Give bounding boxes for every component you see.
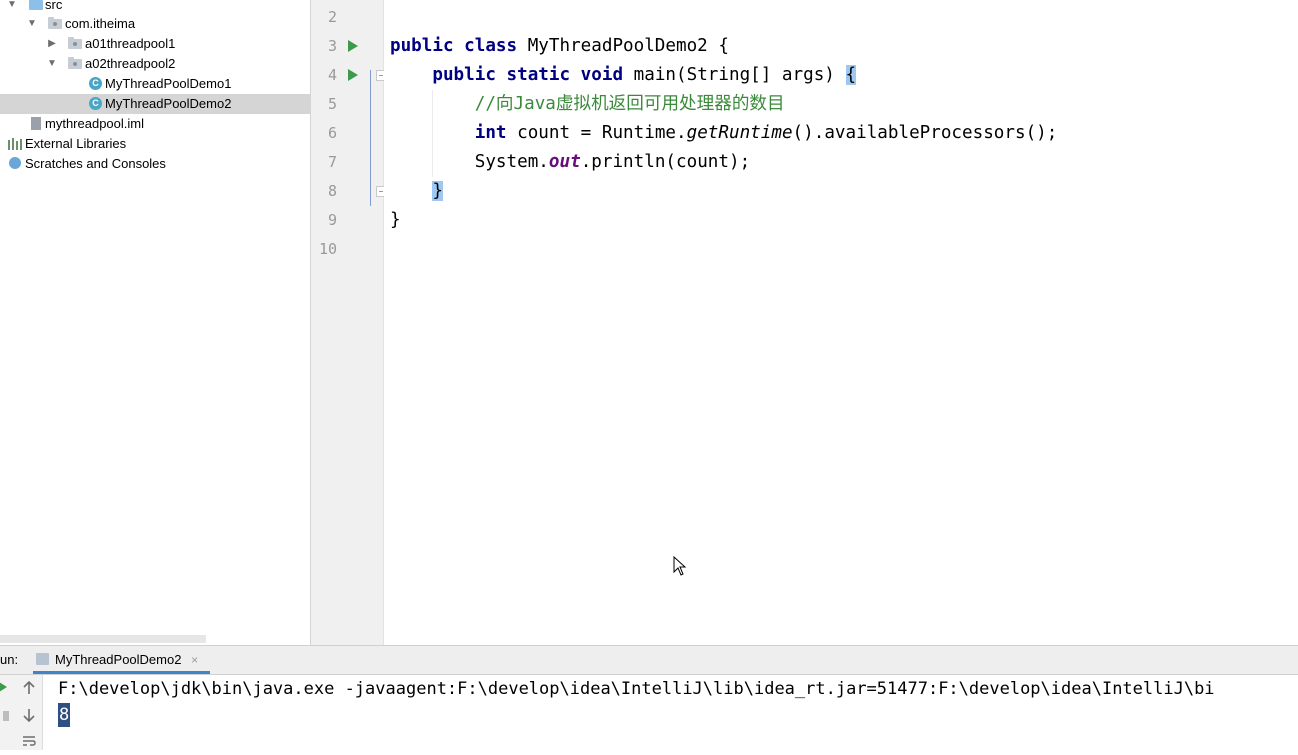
run-header: un: MyThreadPoolDemo2 × (0, 646, 1298, 675)
run-config-icon (36, 653, 49, 665)
code-line-7: System.out.println(count); (474, 152, 751, 172)
package-icon (68, 57, 82, 69)
chevron-down-icon[interactable]: ▼ (26, 14, 38, 34)
matched-brace: } (432, 181, 443, 201)
code-line-4: public static void main(String[] args) { (432, 65, 857, 85)
run-toolbar (0, 675, 43, 750)
line-number: 3 (327, 37, 337, 55)
console-command-line: F:\develop\jdk\bin\java.exe -javaagent:F… (58, 679, 1215, 699)
run-tab-label: MyThreadPoolDemo2 (55, 652, 182, 667)
tree-item-label: MyThreadPoolDemo1 (105, 76, 232, 91)
console-result: 8 (58, 703, 71, 727)
soft-wrap-icon[interactable] (19, 735, 39, 747)
rerun-icon[interactable] (0, 681, 14, 693)
package-icon (48, 17, 62, 29)
tree-item-mythreadpooldemo2[interactable]: C MyThreadPoolDemo2 (0, 94, 310, 114)
tree-item-label: External Libraries (25, 136, 127, 151)
run-label: un: (0, 652, 19, 667)
editor-gutter: 2 3 4 5 6 7 8 9 10 (311, 0, 386, 645)
tree-item-src[interactable]: ▼ src (0, 0, 310, 15)
tree-item-label: mythreadpool.iml (45, 116, 144, 131)
code-line-9: } (390, 210, 401, 230)
tree-item-label: MyThreadPoolDemo2 (105, 96, 232, 111)
tree-item-label: a01threadpool1 (85, 36, 176, 51)
module-file-icon (31, 117, 41, 130)
tree-item-label: src (45, 0, 63, 12)
line-number: 7 (327, 153, 337, 171)
line-number: 6 (327, 124, 337, 142)
console-output[interactable]: F:\develop\jdk\bin\java.exe -javaagent:F… (58, 675, 1298, 750)
matched-brace: { (845, 65, 857, 85)
run-class-icon[interactable] (348, 40, 358, 52)
arrow-down-icon[interactable] (19, 708, 39, 722)
java-class-icon: C (89, 77, 102, 90)
line-number: 10 (318, 240, 337, 258)
mouse-cursor-icon (673, 556, 687, 576)
tree-item-label: a02threadpool2 (85, 56, 176, 71)
chevron-down-icon[interactable]: ▼ (6, 0, 18, 15)
tree-item-scratches[interactable]: Scratches and Consoles (0, 154, 310, 174)
tree-item-com-itheima[interactable]: ▼ com.itheima (0, 14, 310, 34)
tree-item-mythreadpool-iml[interactable]: mythreadpool.iml (0, 114, 310, 134)
code-line-8: } (390, 177, 443, 206)
source-folder-icon (29, 0, 43, 10)
run-tab[interactable]: MyThreadPoolDemo2 × (33, 646, 211, 674)
line-number: 5 (327, 95, 337, 113)
line-number: 8 (327, 182, 337, 200)
code-comment: //向Java虚拟机返回可用处理器的数目 (474, 94, 785, 114)
run-main-icon[interactable] (348, 69, 358, 81)
tree-item-a02threadpool2[interactable]: ▼ a02threadpool2 (0, 54, 310, 74)
close-icon[interactable]: × (191, 653, 198, 667)
tree-item-a01threadpool1[interactable]: ▶ a01threadpool1 (0, 34, 310, 54)
chevron-right-icon[interactable]: ▶ (46, 34, 58, 54)
chevron-down-icon[interactable]: ▼ (46, 54, 58, 74)
line-number: 9 (327, 211, 337, 229)
code-line-6: int count = Runtime.getRuntime().availab… (474, 123, 1058, 143)
package-icon (68, 37, 82, 49)
stop-icon[interactable] (0, 711, 16, 721)
arrow-up-icon[interactable] (19, 681, 39, 695)
tree-item-label: Scratches and Consoles (25, 156, 166, 171)
project-tool-window: ▼ src ▼ com.itheima ▶ a01threadpool1 ▼ a… (0, 0, 311, 645)
scratches-icon (9, 157, 21, 169)
run-tool-window: un: MyThreadPoolDemo2 × F:\develop\jdk\b… (0, 645, 1298, 750)
horizontal-scrollbar[interactable] (0, 635, 206, 643)
library-icon (8, 138, 22, 150)
method-scope-marker (370, 70, 371, 206)
code-line-3: public class MyThreadPoolDemo2 { (390, 36, 729, 56)
line-number: 2 (327, 8, 337, 26)
java-class-icon: C (89, 97, 102, 110)
code-editor[interactable]: public class MyThreadPoolDemo2 { public … (384, 0, 1298, 645)
code-line-5: //向Java虚拟机返回可用处理器的数目 (390, 90, 785, 119)
tree-item-label: com.itheima (65, 16, 136, 31)
line-number: 4 (327, 66, 337, 84)
tree-item-external-libraries[interactable]: External Libraries (0, 134, 310, 154)
tree-item-mythreadpooldemo1[interactable]: C MyThreadPoolDemo1 (0, 74, 310, 94)
